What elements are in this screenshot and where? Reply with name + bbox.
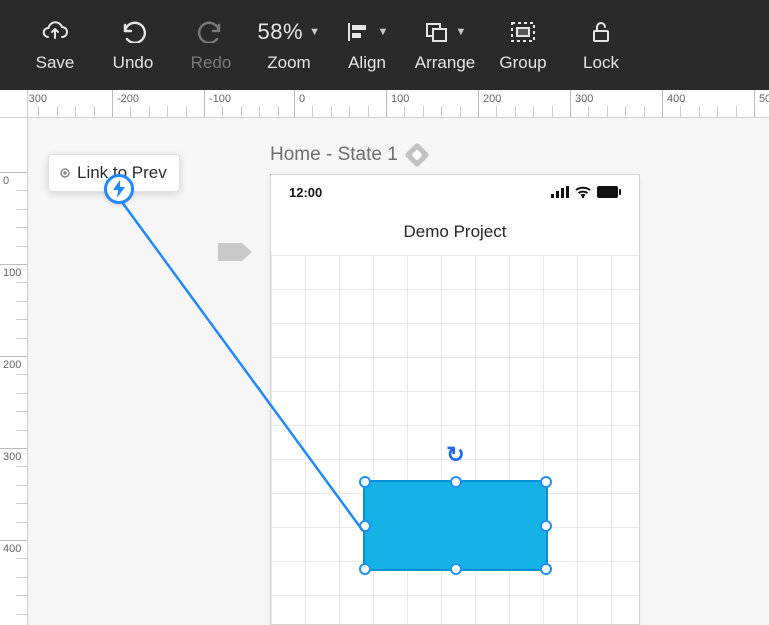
caret-down-icon: ▼: [456, 26, 467, 38]
signal-icon: [551, 186, 569, 198]
arrange-label: Arrange: [415, 53, 475, 73]
status-time: 12:00: [289, 185, 322, 200]
ruler-tick: -200: [112, 90, 139, 117]
resize-handle-e[interactable]: [540, 520, 552, 532]
resize-handle-nw[interactable]: [359, 476, 371, 488]
cloud-upload-icon: [40, 17, 70, 47]
ruler-tick: 300: [0, 448, 27, 463]
ruler-tick: -100: [204, 90, 231, 117]
align-dropdown[interactable]: ▼ Align: [332, 8, 402, 82]
resize-handle-n[interactable]: [450, 476, 462, 488]
rectangle-shape[interactable]: ↻: [363, 480, 548, 571]
zoom-dropdown[interactable]: 58%▼ Zoom: [254, 8, 324, 82]
zoom-value: 58%▼: [258, 17, 321, 47]
resize-handle-ne[interactable]: [540, 476, 552, 488]
undo-button[interactable]: Undo: [98, 8, 168, 82]
redo-button[interactable]: Redo: [176, 8, 246, 82]
vertical-ruler[interactable]: 0100200300400500: [0, 118, 28, 625]
group-label: Group: [499, 53, 546, 73]
align-label: Align: [348, 53, 386, 73]
rotate-handle-icon[interactable]: ↻: [446, 442, 464, 468]
lock-label: Lock: [583, 53, 619, 73]
ruler-tick: 0: [294, 90, 305, 117]
group-button[interactable]: Group: [488, 8, 558, 82]
lightning-icon: [112, 180, 126, 198]
ruler-tick: 200: [478, 90, 501, 117]
ruler-tick: 100: [0, 264, 27, 279]
ruler-origin: [0, 90, 28, 118]
link-target-icon: [59, 167, 71, 179]
ruler-tick: 500: [754, 90, 769, 117]
zoom-label: Zoom: [267, 53, 310, 73]
undo-label: Undo: [113, 53, 154, 73]
interaction-badge[interactable]: [104, 174, 134, 204]
artboard[interactable]: 12:00 Demo Project ↻: [270, 174, 640, 625]
status-bar: 12:00: [271, 175, 639, 209]
artboard-nav-title: Demo Project: [271, 209, 639, 255]
resize-handle-se[interactable]: [540, 563, 552, 575]
resize-handle-sw[interactable]: [359, 563, 371, 575]
status-icons: [551, 186, 621, 198]
lock-open-icon: [589, 17, 613, 47]
group-icon: [509, 17, 537, 47]
redo-label: Redo: [191, 53, 232, 73]
resize-handle-s[interactable]: [450, 563, 462, 575]
resize-handle-w[interactable]: [359, 520, 371, 532]
horizontal-ruler[interactable]: -300-200-1000100200300400500: [28, 90, 769, 118]
page-tag-icon: [218, 240, 254, 264]
ruler-tick: 100: [386, 90, 409, 117]
state-badge-icon[interactable]: [404, 142, 429, 167]
caret-down-icon: ▼: [309, 26, 320, 38]
undo-icon: [119, 17, 147, 47]
lock-button[interactable]: Lock: [566, 8, 636, 82]
caret-down-icon: ▼: [378, 26, 389, 38]
wifi-icon: [575, 186, 591, 198]
arrange-dropdown[interactable]: ▼ Arrange: [410, 8, 480, 82]
ruler-tick: 0: [0, 172, 27, 187]
align-left-icon: ▼: [346, 17, 389, 47]
page-title-text: Home - State 1: [270, 144, 398, 166]
save-button[interactable]: Save: [20, 8, 90, 82]
design-canvas[interactable]: Home - State 1 12:00 Demo Proj: [28, 118, 769, 625]
main-toolbar: Save Undo Redo 58%▼ Zoom: [0, 0, 769, 90]
page-title[interactable]: Home - State 1: [270, 144, 426, 166]
arrange-icon: ▼: [424, 17, 467, 47]
ruler-tick: 300: [570, 90, 593, 117]
ruler-tick: 200: [0, 356, 27, 371]
ruler-tick: 400: [662, 90, 685, 117]
redo-icon: [197, 17, 225, 47]
ruler-tick: 400: [0, 540, 27, 555]
save-label: Save: [36, 53, 75, 73]
battery-icon: [597, 186, 621, 198]
